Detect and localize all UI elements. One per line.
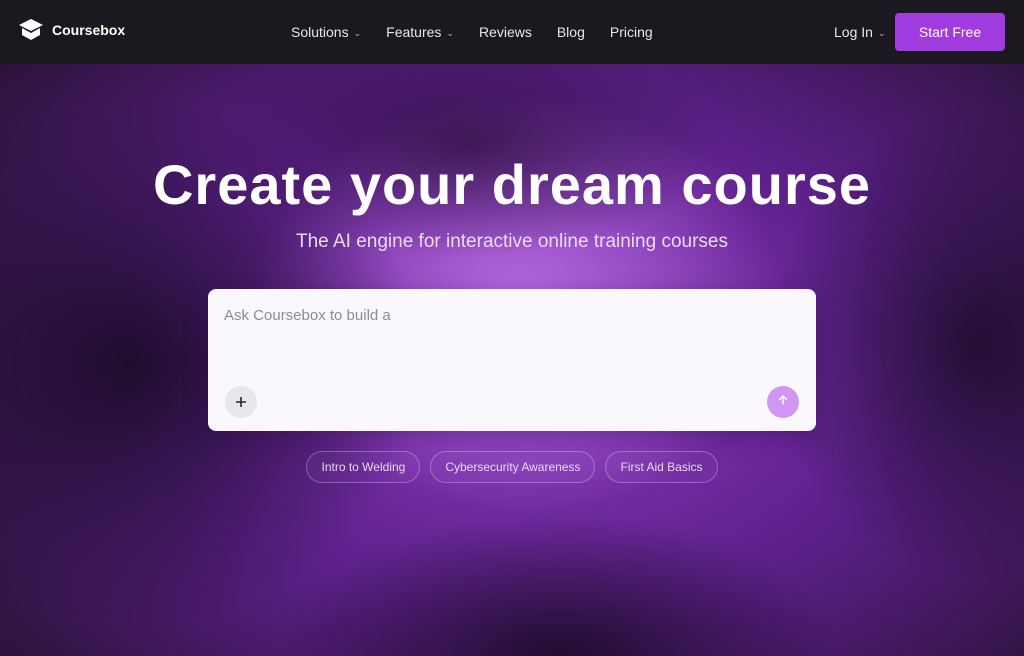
chevron-down-icon: ⌄ (446, 27, 454, 38)
nav-blog[interactable]: Blog (557, 24, 585, 40)
nav-solutions[interactable]: Solutions ⌄ (291, 24, 361, 40)
suggestion-chips: Intro to Welding Cybersecurity Awareness… (0, 451, 1024, 483)
nav-pricing-label: Pricing (609, 24, 653, 40)
suggestion-chip[interactable]: Intro to Welding (306, 451, 421, 483)
nav-solutions-label: Solutions (291, 24, 349, 40)
start-free-button[interactable]: Start Free (895, 13, 1005, 51)
top-navbar: Coursebox Solutions ⌄ Features ⌄ Reviews… (0, 0, 1024, 64)
nav-pricing[interactable]: Pricing (610, 24, 653, 40)
nav-features-label: Features (386, 24, 442, 40)
prompt-input[interactable] (224, 303, 784, 327)
nav-features[interactable]: Features ⌄ (386, 24, 454, 40)
suggestion-chip[interactable]: Cybersecurity Awareness (430, 451, 596, 483)
box-icon (18, 18, 44, 42)
brand-name: Coursebox (52, 22, 126, 38)
suggestion-chip[interactable]: First Aid Basics (605, 451, 718, 483)
arrow-up-icon (777, 393, 789, 411)
hero-section: Create your dream course The AI engine f… (0, 64, 1024, 656)
hero-subtitle: The AI engine for interactive online tra… (296, 231, 728, 252)
send-button[interactable] (767, 386, 799, 418)
login-menu[interactable]: Log In ⌄ (834, 0, 885, 64)
brand-logo[interactable]: Coursebox (18, 18, 125, 42)
plus-icon (235, 391, 247, 414)
add-attachment-button[interactable] (225, 386, 257, 418)
main-nav: Solutions ⌄ Features ⌄ Reviews Blog Pric… (291, 0, 653, 64)
nav-reviews[interactable]: Reviews (479, 24, 532, 40)
chevron-down-icon: ⌄ (877, 27, 886, 38)
nav-reviews-label: Reviews (478, 24, 532, 40)
nav-blog-label: Blog (556, 24, 585, 40)
hero-title: Create your dream course (152, 153, 872, 216)
login-label: Log In (834, 24, 873, 40)
prompt-box (208, 289, 816, 431)
chevron-down-icon: ⌄ (353, 27, 362, 38)
